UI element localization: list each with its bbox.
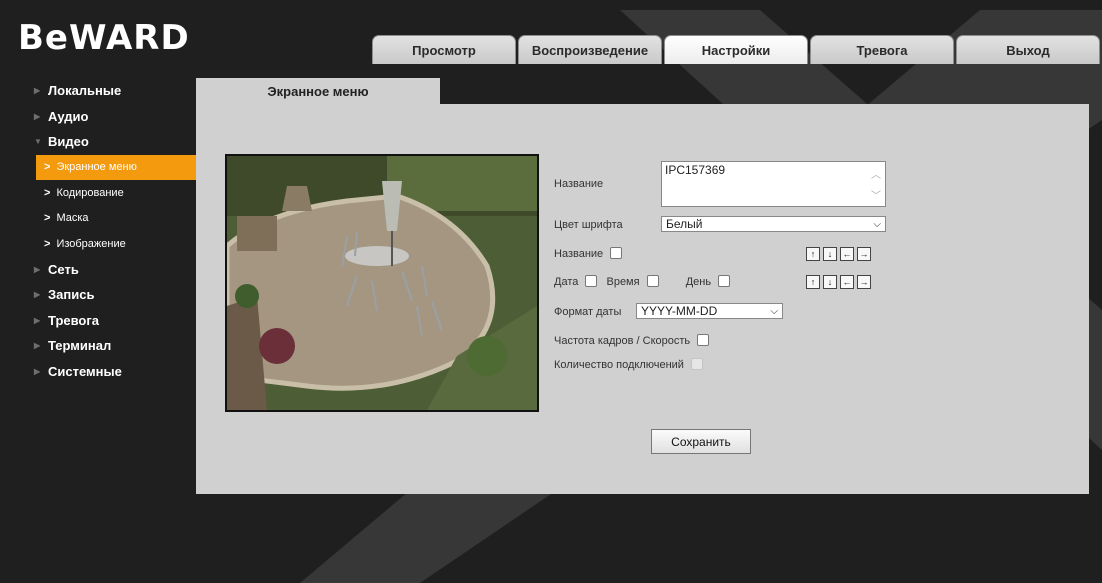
- save-button[interactable]: Сохранить: [651, 429, 751, 454]
- sidebar: ▶ Локальные ▶ Аудио ▼ Видео > Экранное м…: [34, 78, 196, 384]
- sidebar-item-record[interactable]: ▶ Запись: [34, 282, 196, 308]
- connections-checkbox: [691, 358, 704, 370]
- sidebar-item-label: Экранное меню: [56, 161, 137, 174]
- datetime-row: Дата Время День: [554, 275, 731, 288]
- name-label: Название: [554, 178, 604, 190]
- triangle-right-icon: ▶: [34, 341, 41, 351]
- triangle-right-icon: ▶: [34, 111, 41, 121]
- name-position-arrows: ↑ ↓ ← →: [806, 247, 874, 261]
- beward-logo: BeWARD: [18, 18, 190, 58]
- date-format-label: Формат даты: [554, 306, 622, 318]
- sidebar-item-label: Терминал: [48, 338, 112, 354]
- sidebar-item-label: Изображение: [56, 237, 126, 250]
- sidebar-item-video[interactable]: ▼ Видео: [34, 129, 196, 155]
- chevron-right-icon: >: [44, 237, 51, 250]
- sidebar-subitem-image[interactable]: > Изображение: [34, 231, 196, 257]
- content-tab-osd[interactable]: Экранное меню: [196, 78, 440, 104]
- top-tabs: Просмотр Воспроизведение Настройки Трево…: [372, 35, 1102, 64]
- triangle-right-icon: ▶: [34, 86, 41, 96]
- sidebar-item-label: Системные: [48, 363, 122, 379]
- tab-alarm[interactable]: Тревога: [810, 35, 954, 64]
- name-value: IPC157369: [665, 163, 726, 177]
- scroll-up-icon[interactable]: ︿: [871, 166, 881, 181]
- sidebar-item-label: Запись: [48, 287, 95, 303]
- sidebar-item-label: Локальные: [48, 83, 122, 99]
- date-format-select[interactable]: YYYY-MM-DD ⌵: [636, 303, 783, 319]
- connections-label: Количество подключений: [554, 359, 684, 371]
- fps-row: Частота кадров / Скорость: [554, 334, 710, 347]
- chevron-right-icon: >: [44, 186, 51, 199]
- font-color-select[interactable]: Белый ⌵: [661, 216, 886, 232]
- sidebar-item-label: Видео: [48, 134, 89, 150]
- sidebar-item-alarm[interactable]: ▶ Тревога: [34, 308, 196, 334]
- chevron-right-icon: >: [44, 212, 51, 225]
- name-textarea[interactable]: IPC157369 ︿ ﹀: [661, 161, 886, 207]
- arrow-right-button[interactable]: →: [857, 275, 871, 289]
- date-checkbox[interactable]: [585, 275, 598, 287]
- triangle-right-icon: ▶: [34, 366, 41, 376]
- chevron-down-icon: ⌵: [770, 305, 778, 317]
- arrow-up-button[interactable]: ↑: [806, 247, 820, 261]
- triangle-right-icon: ▶: [34, 290, 41, 300]
- date-format-value: YYYY-MM-DD: [641, 304, 718, 318]
- sidebar-item-label: Сеть: [48, 261, 79, 277]
- arrow-up-button[interactable]: ↑: [806, 275, 820, 289]
- day-label: День: [685, 276, 712, 288]
- sidebar-item-network[interactable]: ▶ Сеть: [34, 257, 196, 283]
- sidebar-item-label: Маска: [56, 212, 89, 225]
- settings-panel: Название IPC157369 ︿ ﹀ Цвет шрифта Белый…: [196, 104, 1089, 494]
- sidebar-item-label: Тревога: [48, 312, 100, 328]
- show-name-label: Название: [554, 248, 604, 260]
- connections-row: Количество подключений: [554, 358, 704, 371]
- date-label: Дата: [554, 276, 579, 288]
- sidebar-item-label: Кодирование: [56, 186, 124, 199]
- time-checkbox[interactable]: [646, 275, 659, 287]
- triangle-right-icon: ▶: [34, 315, 41, 325]
- triangle-down-icon: ▼: [34, 137, 42, 147]
- tab-playback[interactable]: Воспроизведение: [518, 35, 662, 64]
- tab-exit[interactable]: Выход: [956, 35, 1100, 64]
- tab-settings[interactable]: Настройки: [664, 35, 808, 64]
- sidebar-item-audio[interactable]: ▶ Аудио: [34, 104, 196, 130]
- sidebar-item-system[interactable]: ▶ Системные: [34, 359, 196, 385]
- scroll-down-icon[interactable]: ﹀: [871, 187, 881, 202]
- day-checkbox[interactable]: [718, 275, 731, 287]
- fps-checkbox[interactable]: [697, 334, 710, 346]
- font-color-label: Цвет шрифта: [554, 219, 623, 231]
- show-name-row: Название: [554, 247, 623, 260]
- sidebar-subitem-encoding[interactable]: > Кодирование: [34, 180, 196, 206]
- datetime-position-arrows: ↑ ↓ ← →: [806, 275, 874, 289]
- chevron-right-icon: >: [44, 161, 51, 174]
- sidebar-item-local[interactable]: ▶ Локальные: [34, 78, 196, 104]
- sidebar-item-label: Аудио: [48, 108, 89, 124]
- patio-scene-illustration: [227, 156, 537, 410]
- font-color-value: Белый: [666, 217, 703, 231]
- camera-preview-image: [225, 154, 539, 412]
- triangle-right-icon: ▶: [34, 264, 41, 274]
- sidebar-subitem-osd[interactable]: > Экранное меню: [36, 154, 196, 180]
- arrow-left-button[interactable]: ←: [840, 275, 854, 289]
- arrow-down-button[interactable]: ↓: [823, 247, 837, 261]
- sidebar-item-terminal[interactable]: ▶ Терминал: [34, 333, 196, 359]
- fps-label: Частота кадров / Скорость: [554, 335, 691, 347]
- arrow-right-button[interactable]: →: [857, 247, 871, 261]
- time-label: Время: [606, 276, 640, 288]
- chevron-down-icon: ⌵: [873, 218, 881, 230]
- arrow-left-button[interactable]: ←: [840, 247, 854, 261]
- sidebar-subitem-mask[interactable]: > Маска: [34, 206, 196, 232]
- arrow-down-button[interactable]: ↓: [823, 275, 837, 289]
- show-name-checkbox[interactable]: [610, 247, 623, 259]
- tab-view[interactable]: Просмотр: [372, 35, 516, 64]
